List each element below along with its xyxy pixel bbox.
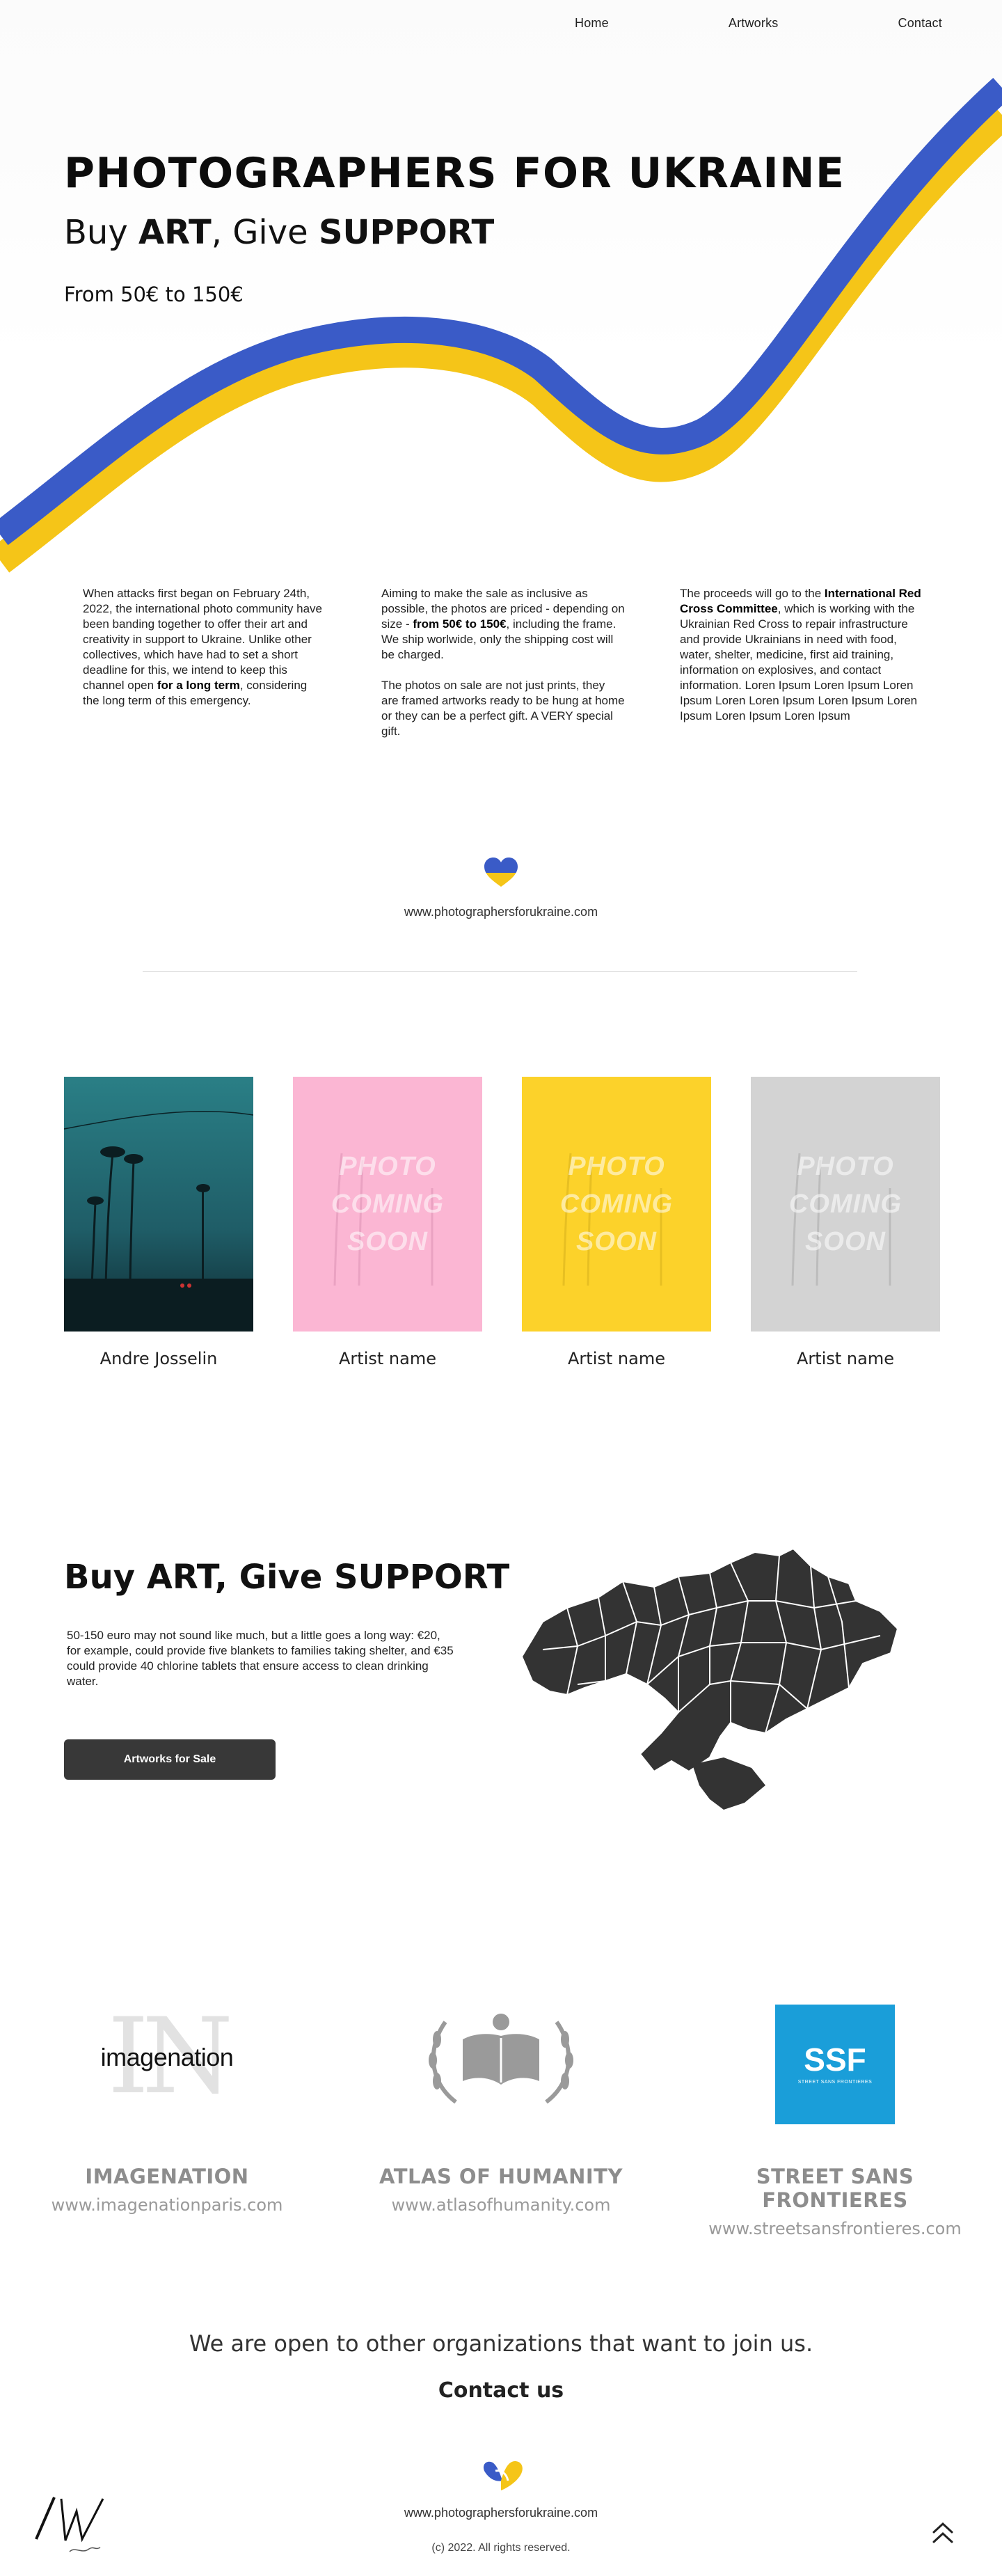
nav-contact-link[interactable]: Contact xyxy=(898,16,942,31)
laurel-book-icon xyxy=(429,2014,573,2104)
artist-name[interactable]: Artist name xyxy=(522,1349,711,1368)
footer-heart-logo-icon xyxy=(483,2461,523,2490)
hero-price-range: From 50€ to 150€ xyxy=(64,283,244,306)
ssf-logo-square: SSF STREET SANS FRONTIERES xyxy=(775,2005,895,2124)
artworks-for-sale-button[interactable]: Artworks for Sale xyxy=(64,1739,276,1780)
tagline-part: , Give xyxy=(211,213,319,252)
hero-title: PHOTOGRAPHERS FOR UKRAINE xyxy=(64,149,845,198)
ssf-logo-subtext: STREET SANS FRONTIERES xyxy=(797,2080,873,2085)
footer-site-url[interactable]: www.photographersforukraine.com xyxy=(0,2506,1002,2520)
intro-paragraph: When attacks first began on February 24t… xyxy=(83,586,326,709)
partner-name: ATLAS OF HUMANITY xyxy=(379,2165,623,2188)
heading-support: SUPPORT xyxy=(333,1558,510,1597)
ssf-logo[interactable]: SSF STREET SANS FRONTIERES xyxy=(682,1991,988,2124)
partner-street-sans-frontieres[interactable]: SSF STREET SANS FRONTIERES STREET SANS F… xyxy=(682,1991,988,2238)
intro-paragraph: The photos on sale are not just prints, … xyxy=(381,679,625,738)
section-divider xyxy=(143,971,857,972)
artist-card[interactable]: PHOTO COMING SOON Artist name xyxy=(522,1077,711,1368)
imagenation-logo[interactable]: IN imagenation xyxy=(14,1991,320,2123)
intro-bold: for a long term xyxy=(157,679,240,692)
partner-url[interactable]: www.imagenationparis.com xyxy=(14,2195,320,2215)
page: Home Artworks Contact PHOTOGRAPHERS FOR … xyxy=(0,0,1002,2576)
site-url[interactable]: www.photographersforukraine.com xyxy=(0,905,1002,919)
artist-card[interactable]: Andre Josselin xyxy=(64,1077,253,1368)
scroll-to-top-icon[interactable] xyxy=(931,2520,955,2547)
heading-art: ART xyxy=(146,1558,215,1597)
artist-photo-placeholder[interactable]: PHOTO COMING SOON xyxy=(293,1077,482,1332)
intro-text: When attacks first began on February 24t… xyxy=(83,587,323,692)
artist-photo-placeholder[interactable]: PHOTO COMING SOON xyxy=(522,1077,711,1332)
ukraine-map-icon xyxy=(520,1547,899,1810)
contact-us-link[interactable]: Contact us xyxy=(0,2378,1002,2403)
photo-coming-soon: PHOTO COMING SOON xyxy=(559,1152,674,1256)
support-heading: Buy ART, Give SUPPORT xyxy=(64,1558,509,1597)
partner-atlas-of-humanity[interactable]: ATLAS OF HUMANITY www.atlasofhumanity.co… xyxy=(348,1991,654,2215)
artist-card[interactable]: PHOTO COMING SOON Artist name xyxy=(751,1077,940,1368)
intro-column-2: Aiming to make the sale as inclusive as … xyxy=(381,586,625,739)
atlas-of-humanity-logo[interactable] xyxy=(348,1991,654,2123)
tagline-support: SUPPORT xyxy=(318,213,495,252)
intro-column-1: When attacks first began on February 24t… xyxy=(83,586,326,709)
heading-part: Buy xyxy=(64,1558,147,1597)
palm-street-photo xyxy=(64,1077,253,1332)
intro-paragraph: Aiming to make the sale as inclusive as … xyxy=(381,586,625,663)
ssf-logo-text: SSF xyxy=(804,2041,866,2078)
artist-photo[interactable] xyxy=(64,1077,253,1332)
top-nav: Home Artworks Contact xyxy=(515,13,1002,33)
partner-imagenation[interactable]: IN imagenation IMAGENATION www.imagenati… xyxy=(14,1991,320,2215)
artist-name[interactable]: Artist name xyxy=(293,1349,482,1368)
partner-name: IMAGENATION xyxy=(85,2165,249,2188)
open-to-organizations-text: We are open to other organizations that … xyxy=(189,2330,813,2357)
intro-bold: from 50€ to 150€ xyxy=(413,617,507,631)
tagline-art: ART xyxy=(138,213,212,252)
nav-artworks-link[interactable]: Artworks xyxy=(729,16,779,31)
photo-coming-soon: PHOTO COMING SOON xyxy=(331,1152,445,1256)
copyright-text: (c) 2022. All rights reserved. xyxy=(431,2542,571,2554)
artist-name[interactable]: Andre Josselin xyxy=(64,1349,253,1368)
hero-tagline: Buy ART, Give SUPPORT xyxy=(64,213,494,252)
intro-paragraph: The proceeds will go to the Internationa… xyxy=(680,586,923,724)
intro-text: The proceeds will go to the xyxy=(680,587,825,600)
partner-name: STREET SANS FRONTIERES xyxy=(756,2165,914,2212)
nav-home-link[interactable]: Home xyxy=(575,16,609,31)
ukraine-heart-icon xyxy=(484,858,518,887)
imagenation-logo-text: imagenation xyxy=(100,2043,234,2071)
intro-column-3: The proceeds will go to the Internationa… xyxy=(680,586,923,724)
artist-name[interactable]: Artist name xyxy=(751,1349,940,1368)
tagline-part: Buy xyxy=(64,213,139,252)
partner-url[interactable]: www.streetsansfrontieres.com xyxy=(682,2219,988,2238)
intro-text: , which is working with the Ukrainian Re… xyxy=(680,602,918,722)
photo-coming-soon: PHOTO COMING SOON xyxy=(788,1152,902,1256)
partner-url[interactable]: www.atlasofhumanity.com xyxy=(348,2195,654,2215)
signature-logo-icon xyxy=(35,2497,104,2552)
heading-part: , Give xyxy=(214,1558,334,1597)
ukraine-flag-wave xyxy=(0,77,1002,573)
support-description: 50-150 euro may not sound like much, but… xyxy=(67,1629,454,1688)
artist-photo-placeholder[interactable]: PHOTO COMING SOON xyxy=(751,1077,940,1332)
artist-card[interactable]: PHOTO COMING SOON Artist name xyxy=(293,1077,482,1368)
